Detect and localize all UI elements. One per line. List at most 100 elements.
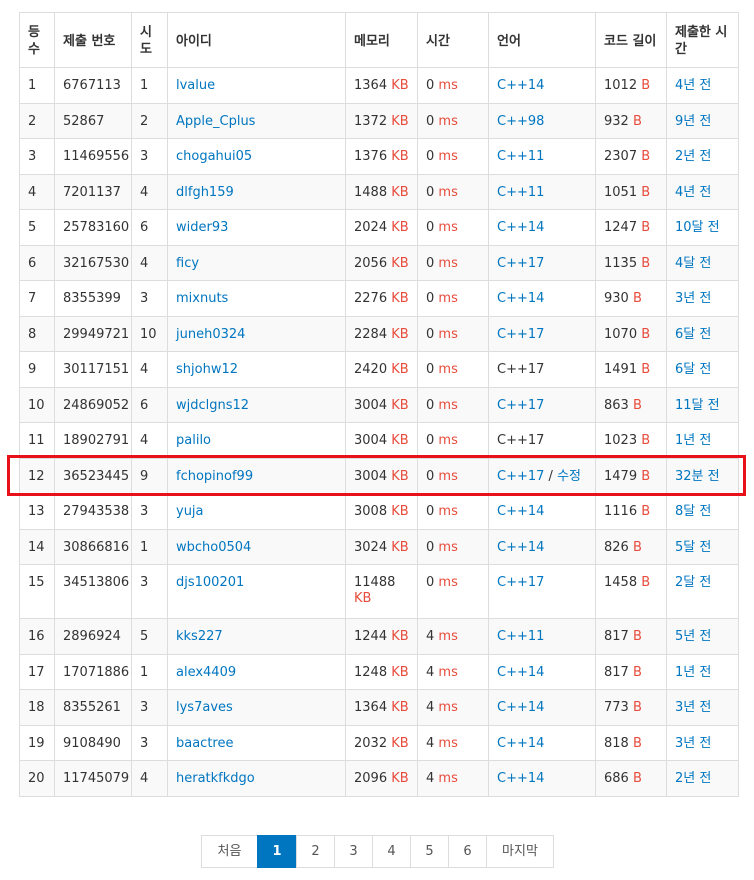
submitted-time-link[interactable]: 2달 전 bbox=[675, 575, 711, 590]
page-1[interactable]: 1 bbox=[257, 835, 297, 868]
cell-memory: 2032 KB bbox=[345, 724, 418, 761]
cell-submission: 18902791 bbox=[54, 422, 132, 459]
cell-code-length: 1070 B bbox=[595, 315, 667, 352]
language-link[interactable]: C++17 bbox=[497, 327, 544, 342]
memory-value: 2024 bbox=[354, 220, 388, 235]
language-link[interactable]: C++14 bbox=[497, 771, 544, 786]
submitted-time-link[interactable]: 2년 전 bbox=[675, 149, 711, 164]
submitted-time-link[interactable]: 3년 전 bbox=[675, 700, 711, 715]
user-link[interactable]: fchopinof99 bbox=[176, 469, 253, 484]
page-2[interactable]: 2 bbox=[296, 835, 335, 868]
cell-memory: 11488 KB bbox=[345, 564, 418, 619]
memory-value: 3024 bbox=[354, 539, 388, 555]
memory-value: 3004 bbox=[354, 397, 388, 413]
language-link[interactable]: C++17 bbox=[497, 256, 544, 271]
submitted-time-link[interactable]: 10달 전 bbox=[675, 220, 720, 235]
language-link[interactable]: C++11 bbox=[497, 149, 544, 164]
cell-language: C++17 bbox=[488, 315, 596, 352]
submitted-time-link[interactable]: 11달 전 bbox=[675, 398, 720, 413]
memory-unit: KB bbox=[391, 326, 409, 342]
submitted-time-link[interactable]: 6달 전 bbox=[675, 362, 711, 377]
user-link[interactable]: djs100201 bbox=[176, 575, 244, 590]
submitted-time-link[interactable]: 6달 전 bbox=[675, 327, 711, 342]
page-6[interactable]: 6 bbox=[448, 835, 487, 868]
cell-submission: 32167530 bbox=[54, 244, 132, 281]
language-link[interactable]: C++14 bbox=[497, 220, 544, 235]
code-length-value: 1135 bbox=[604, 255, 638, 271]
language-link[interactable]: C++14 bbox=[497, 665, 544, 680]
page-5[interactable]: 5 bbox=[410, 835, 449, 868]
cell-submission: 11469556 bbox=[54, 138, 132, 175]
cell-attempts: 3 bbox=[131, 280, 168, 317]
user-link[interactable]: Apple_Cplus bbox=[176, 114, 255, 129]
submitted-time-link[interactable]: 4년 전 bbox=[675, 78, 711, 93]
submitted-time-link[interactable]: 8달 전 bbox=[675, 504, 711, 519]
cell-language: C++14 bbox=[488, 653, 596, 690]
user-link[interactable]: chogahui05 bbox=[176, 149, 252, 164]
language-link[interactable]: C++14 bbox=[497, 540, 544, 555]
language-link[interactable]: C++98 bbox=[497, 114, 544, 129]
cell-rank: 11 bbox=[19, 422, 55, 459]
cell-memory: 2056 KB bbox=[345, 244, 418, 281]
user-link[interactable]: dlfgh159 bbox=[176, 185, 234, 200]
cell-submission: 8355399 bbox=[54, 280, 132, 317]
language-link[interactable]: C++14 bbox=[497, 78, 544, 93]
submitted-time-link[interactable]: 4달 전 bbox=[675, 256, 711, 271]
language-link[interactable]: C++17 bbox=[497, 575, 544, 590]
language-link[interactable]: C++11 bbox=[497, 629, 544, 644]
language-link[interactable]: C++14 bbox=[497, 700, 544, 715]
user-link[interactable]: wbcho0504 bbox=[176, 540, 251, 555]
submitted-time-link[interactable]: 3년 전 bbox=[675, 736, 711, 751]
cell-submission: 34513806 bbox=[54, 564, 132, 619]
language-link[interactable]: C++14 bbox=[497, 504, 544, 519]
user-link[interactable]: lvalue bbox=[176, 78, 215, 93]
user-link[interactable]: wider93 bbox=[176, 220, 228, 235]
edit-link[interactable]: 수정 bbox=[557, 469, 581, 484]
cell-memory: 1376 KB bbox=[345, 138, 418, 175]
cell-submission: 11745079 bbox=[54, 760, 132, 797]
cell-user: lys7aves bbox=[167, 689, 346, 726]
code-length-value: 2307 bbox=[604, 149, 638, 164]
page-3[interactable]: 3 bbox=[334, 835, 373, 868]
user-link[interactable]: kks227 bbox=[176, 629, 223, 644]
page-4[interactable]: 4 bbox=[372, 835, 411, 868]
submitted-time-link[interactable]: 1년 전 bbox=[675, 665, 711, 680]
pagination-last[interactable]: 마지막 bbox=[486, 835, 554, 868]
user-link[interactable]: ficy bbox=[176, 256, 199, 271]
user-link[interactable]: baactree bbox=[176, 736, 233, 751]
submitted-time-link[interactable]: 4년 전 bbox=[675, 185, 711, 200]
cell-code-length: 1023 B bbox=[595, 422, 667, 459]
submitted-time-link[interactable]: 32분 전 bbox=[675, 469, 720, 484]
submitted-time-link[interactable]: 2년 전 bbox=[675, 771, 711, 786]
submitted-time-link[interactable]: 1년 전 bbox=[675, 433, 711, 448]
submitted-time-link[interactable]: 3년 전 bbox=[675, 291, 711, 306]
submission-number: 29949721 bbox=[63, 326, 130, 342]
cell-attempts: 4 bbox=[131, 351, 168, 388]
user-link[interactable]: lys7aves bbox=[176, 700, 233, 715]
cell-time: 0 ms bbox=[417, 422, 489, 459]
user-link[interactable]: juneh0324 bbox=[176, 327, 245, 342]
cell-time: 0 ms bbox=[417, 351, 489, 388]
user-link[interactable]: heratkfkdgo bbox=[176, 771, 255, 786]
user-link[interactable]: shjohw12 bbox=[176, 362, 238, 377]
cell-time: 4 ms bbox=[417, 653, 489, 690]
submitted-time-link[interactable]: 9년 전 bbox=[675, 114, 711, 129]
header-submission: 제출 번호 bbox=[54, 12, 132, 68]
user-link[interactable]: palilo bbox=[176, 433, 211, 448]
memory-unit: KB bbox=[391, 539, 409, 555]
submitted-time-link[interactable]: 5달 전 bbox=[675, 540, 711, 555]
language-link[interactable]: C++17 bbox=[497, 469, 544, 484]
language-link[interactable]: C++14 bbox=[497, 736, 544, 751]
language-link[interactable]: C++11 bbox=[497, 185, 544, 200]
language-link[interactable]: C++14 bbox=[497, 291, 544, 306]
pagination-first[interactable]: 처음 bbox=[201, 835, 258, 868]
user-link[interactable]: wjdclgns12 bbox=[176, 398, 249, 413]
language-link[interactable]: C++17 bbox=[497, 398, 544, 413]
submitted-time-link[interactable]: 5년 전 bbox=[675, 629, 711, 644]
cell-code-length: 773 B bbox=[595, 689, 667, 726]
user-link[interactable]: yuja bbox=[176, 504, 204, 519]
cell-language: C++17 bbox=[488, 244, 596, 281]
cell-attempts: 10 bbox=[131, 315, 168, 352]
user-link[interactable]: alex4409 bbox=[176, 665, 236, 680]
user-link[interactable]: mixnuts bbox=[176, 291, 228, 306]
